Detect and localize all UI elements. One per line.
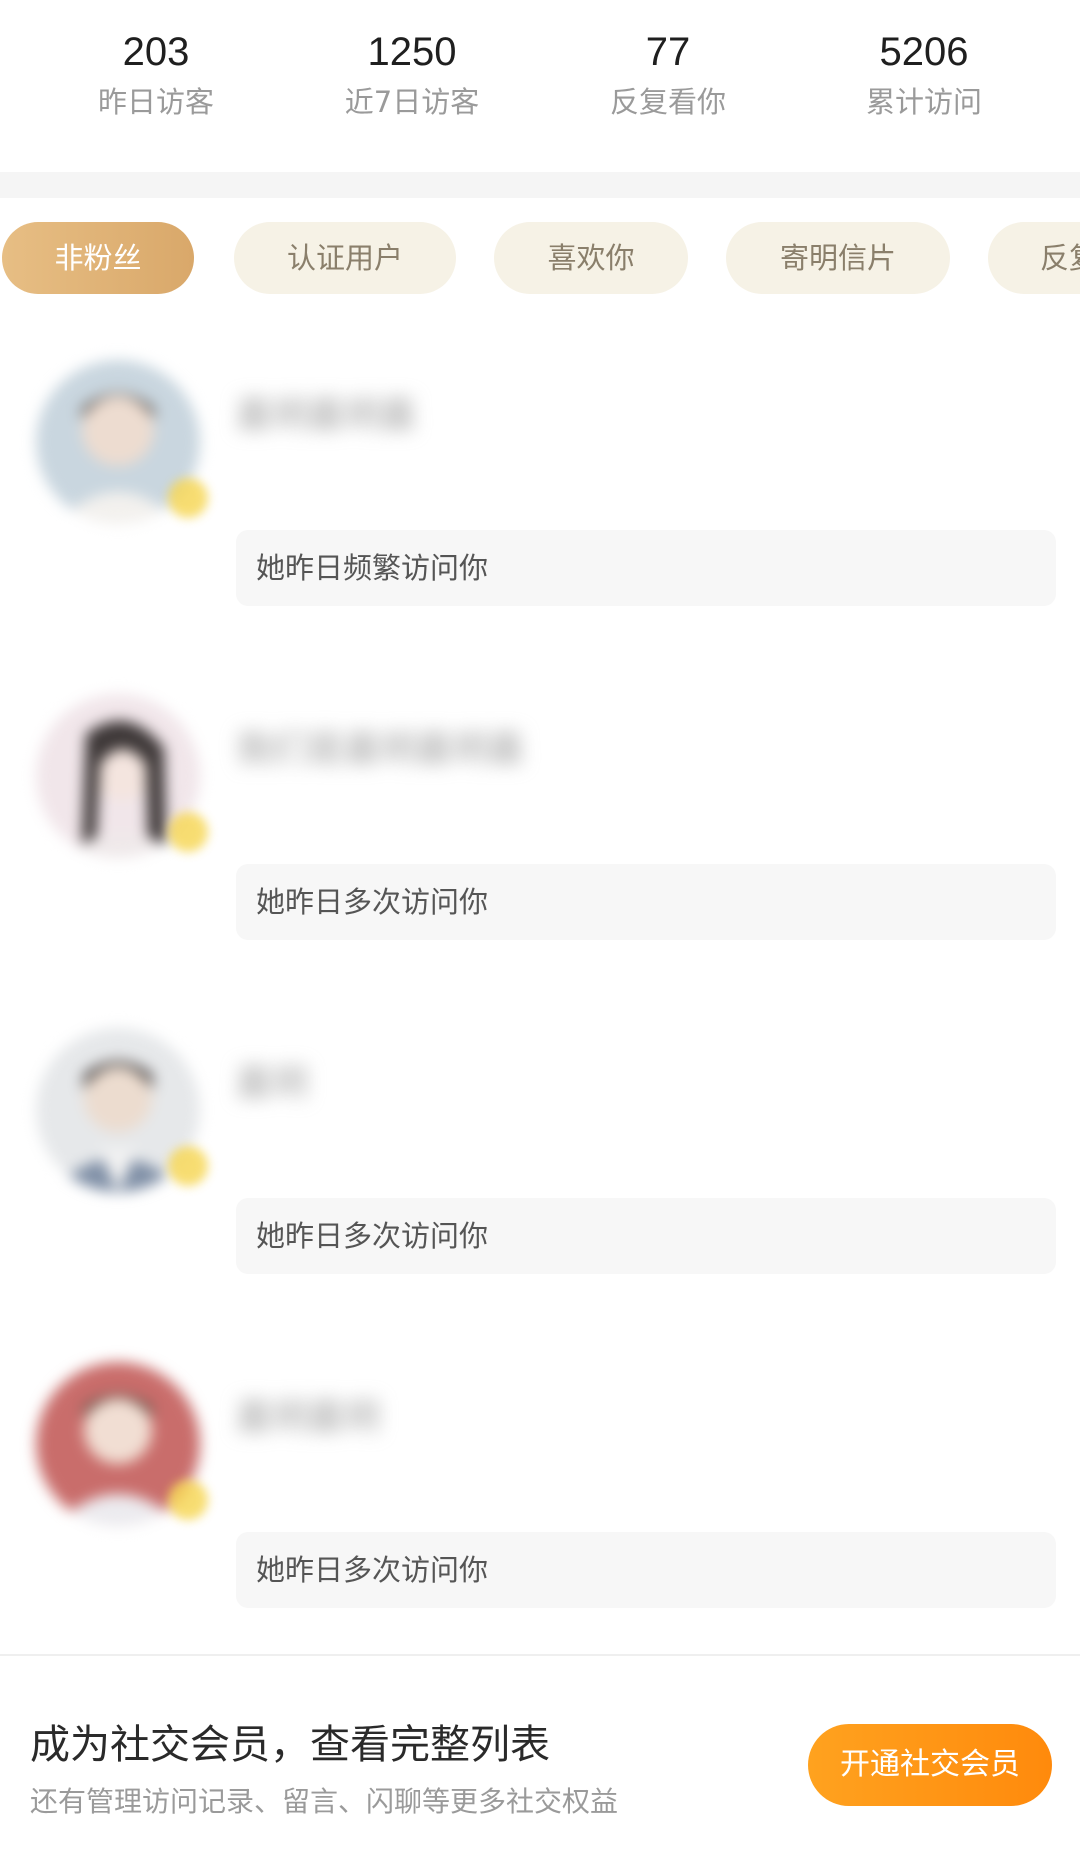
- vip-badge-icon: [168, 1146, 208, 1186]
- visitor-row[interactable]: 我们是嘉玥嘉玥嘉 她昨日多次访问你: [0, 664, 1080, 998]
- stat-yesterday[interactable]: 203 昨日访客: [36, 26, 276, 122]
- stat-value: 5206: [879, 30, 969, 74]
- visit-note: 她昨日多次访问你: [236, 1532, 1056, 1608]
- visitor-row[interactable]: 嘉玥嘉玥 她昨日多次访问你: [0, 1332, 1080, 1666]
- stat-value: 203: [122, 30, 190, 74]
- filter-chip-likes-you[interactable]: 喜欢你: [494, 222, 688, 294]
- filter-chip-repeat[interactable]: 反复: [988, 222, 1080, 294]
- vip-badge-icon: [168, 478, 208, 518]
- stat-value: 1250: [367, 30, 457, 74]
- banner-title: 成为社交会员，查看完整列表: [30, 1722, 550, 1768]
- stat-repeat-viewers[interactable]: 77 反复看你: [548, 26, 788, 122]
- visitor-row[interactable]: 嘉玥嘉玥嘉 她昨日频繁访问你: [0, 330, 1080, 664]
- visitor-stats: 203 昨日访客 1250 近7日访客 77 反复看你 5206 累计访问: [0, 0, 1080, 172]
- vip-badge-icon: [168, 812, 208, 852]
- filter-chip-postcards[interactable]: 寄明信片: [726, 222, 950, 294]
- visitor-name: 我们是嘉玥嘉玥嘉: [236, 729, 525, 770]
- visitor-name: 嘉玥嘉玥: [236, 1397, 381, 1438]
- visitor-name: 嘉玥: [236, 1063, 309, 1104]
- visitor-name: 嘉玥嘉玥嘉: [236, 395, 417, 436]
- visit-note: 她昨日频繁访问你: [236, 530, 1056, 606]
- activate-membership-button[interactable]: 开通社交会员: [808, 1724, 1052, 1806]
- membership-banner: 成为社交会员，查看完整列表 还有管理访问记录、留言、闪聊等更多社交权益 开通社交…: [0, 1654, 1080, 1850]
- stat-label: 昨日访客: [97, 85, 214, 119]
- visitor-row[interactable]: 嘉玥 她昨日多次访问你: [0, 998, 1080, 1332]
- stat-value: 77: [645, 30, 691, 74]
- section-divider: [0, 172, 1080, 198]
- visit-note: 她昨日多次访问你: [236, 1198, 1056, 1274]
- stat-label: 近7日访客: [344, 85, 480, 119]
- stat-label: 反复看你: [609, 85, 726, 119]
- stat-last-7-days[interactable]: 1250 近7日访客: [292, 26, 532, 122]
- banner-subtitle: 还有管理访问记录、留言、闪聊等更多社交权益: [30, 1785, 619, 1818]
- filter-chip-bar: 非粉丝 认证用户 喜欢你 寄明信片 反复: [0, 222, 1080, 296]
- visit-note: 她昨日多次访问你: [236, 864, 1056, 940]
- vip-badge-icon: [168, 1480, 208, 1520]
- stat-label: 累计访问: [865, 85, 982, 119]
- stat-total-visits[interactable]: 5206 累计访问: [804, 26, 1044, 122]
- filter-chip-non-fans[interactable]: 非粉丝: [2, 222, 194, 294]
- filter-chip-verified-users[interactable]: 认证用户: [234, 222, 456, 294]
